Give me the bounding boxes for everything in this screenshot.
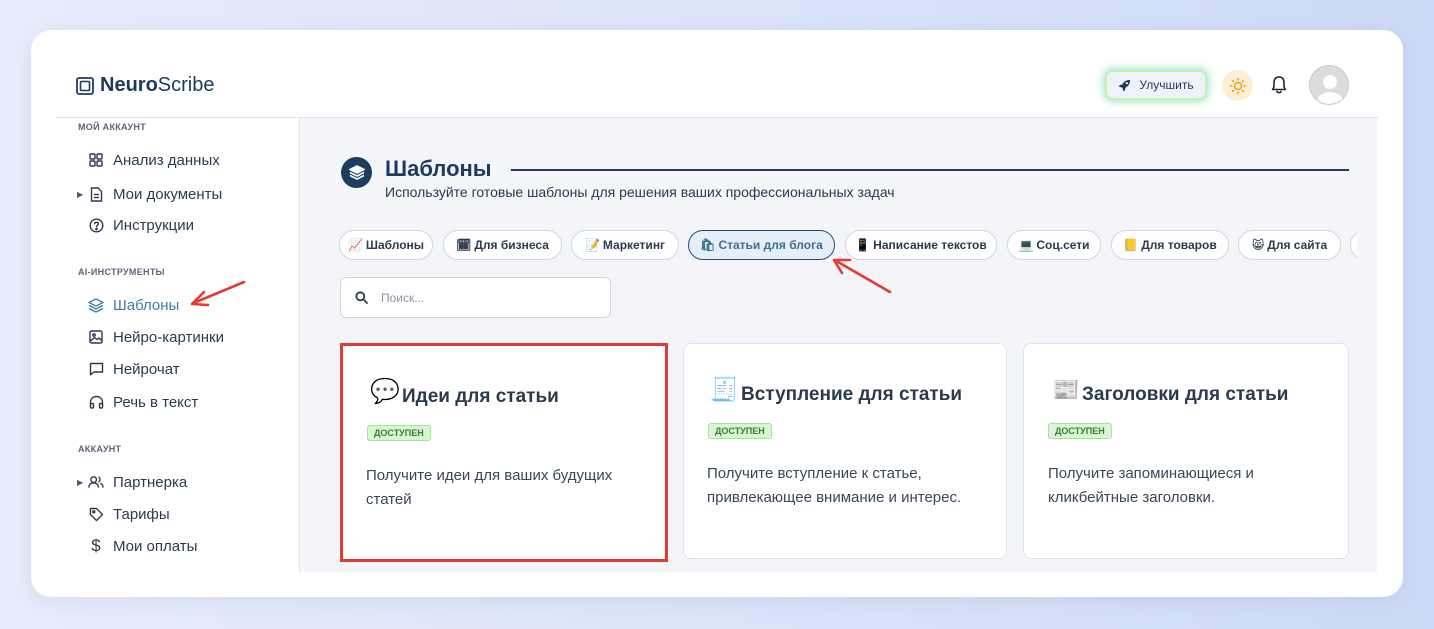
grid-icon xyxy=(88,152,104,168)
upgrade-button[interactable]: Улучшить xyxy=(1105,70,1207,100)
sidebar-item-label: Нейрочат xyxy=(113,360,180,378)
title-rule xyxy=(511,169,1349,171)
chip-overflow[interactable] xyxy=(1350,230,1357,260)
newspaper-icon: 📰 xyxy=(1052,377,1080,402)
upgrade-label: Улучшить xyxy=(1139,78,1194,92)
card-title: Заголовки для статьи xyxy=(1082,384,1289,405)
search-placeholder: Поиск... xyxy=(381,291,425,305)
template-card-article-intro[interactable]: 🧾 Вступление для статьи ДОСТУПЕН Получит… xyxy=(683,343,1007,559)
card-description: Получите вступление к статье, привлекающ… xyxy=(707,465,962,506)
status-badge: ДОСТУПЕН xyxy=(1048,423,1112,439)
theme-toggle-button[interactable] xyxy=(1222,70,1253,101)
template-card-article-ideas[interactable]: 💬 Идеи для статьи ДОСТУПЕН Получите идеи… xyxy=(340,343,668,562)
phone-icon: 📱 xyxy=(855,238,871,252)
memo-icon: 📝 xyxy=(584,238,600,252)
app-logo[interactable]: Neuro Scribe xyxy=(76,74,215,97)
section-title-account: АККАУНТ xyxy=(78,444,122,454)
speech-bubble-icon: 💬 xyxy=(370,378,400,405)
chip-blog-articles[interactable]: 🛍 Статьи для блога xyxy=(688,230,835,260)
headphones-icon xyxy=(88,394,104,410)
page-subtitle: Используйте готовые шаблоны для решения … xyxy=(385,184,895,200)
dollar-icon: $ xyxy=(91,536,101,555)
chip-for-products[interactable]: 📒 Для товаров xyxy=(1111,230,1229,260)
document-icon xyxy=(88,186,104,202)
card-description: Получите запоминающиеся и кликбейтные за… xyxy=(1048,465,1254,506)
annotation-arrow-chip xyxy=(832,258,892,294)
tag-icon xyxy=(88,506,104,522)
search-field[interactable]: Поиск... xyxy=(340,277,611,318)
chip-label: Маркетинг xyxy=(602,238,666,252)
chat-icon xyxy=(88,361,104,377)
chip-label: Написание текстов xyxy=(873,238,987,252)
users-icon xyxy=(88,474,104,490)
cat-face-icon: 😸 xyxy=(1251,238,1265,252)
calendar-icon: 🗓 xyxy=(456,238,472,252)
caret-right-icon[interactable]: ▶ xyxy=(77,190,83,199)
card-title: Идеи для статьи xyxy=(402,386,559,407)
sun-icon xyxy=(1229,77,1246,94)
annotation-arrow-sidebar xyxy=(190,280,246,307)
chip-social-networks[interactable]: 💻 Соц.сети xyxy=(1007,230,1101,260)
sidebar-item-label: Инструкции xyxy=(113,216,195,234)
brand-bold: Neuro xyxy=(100,74,158,96)
status-badge: ДОСТУПЕН xyxy=(367,425,431,441)
section-title-my-account: МОЙ АККАУНТ xyxy=(78,122,147,132)
chart-icon: 📈 xyxy=(347,238,363,252)
chip-label: Шаблоны xyxy=(365,238,425,252)
bell-icon xyxy=(1271,76,1287,94)
question-icon xyxy=(88,217,104,233)
chip-marketing[interactable]: 📝 Маркетинг xyxy=(571,230,679,260)
title-layers-icon xyxy=(341,157,372,188)
card-description: Получите идеи для ваших будущих статей xyxy=(366,467,613,508)
search-icon xyxy=(355,291,368,304)
status-badge: ДОСТУПЕН xyxy=(708,423,772,439)
sidebar-item-label: Анализ данных xyxy=(113,151,220,169)
section-title-ai-tools: AI-ИНСТРУМЕНТЫ xyxy=(78,267,165,277)
laptop-icon: 💻 xyxy=(1018,238,1034,252)
sidebar-item-label: Речь в текст xyxy=(113,393,199,411)
notifications-button[interactable] xyxy=(1269,75,1289,100)
image-icon xyxy=(88,329,104,345)
chip-label: Для бизнеса xyxy=(474,238,549,252)
chip-label: Статьи для блога xyxy=(718,238,823,252)
template-card-article-headlines[interactable]: 📰 Заголовки для статьи ДОСТУПЕН Получите… xyxy=(1023,343,1349,559)
chip-templates[interactable]: 📈 Шаблоны xyxy=(339,230,433,260)
chip-label: Для сайта xyxy=(1267,238,1328,252)
layers-icon xyxy=(88,297,104,313)
sidebar-item-label: Мои документы xyxy=(113,185,223,203)
card-title: Вступление для статьи xyxy=(741,384,963,405)
avatar-placeholder-icon xyxy=(1310,66,1348,104)
ledger-icon: 📒 xyxy=(1123,238,1139,252)
sidebar-item-label: Тарифы xyxy=(113,505,170,523)
chip-label: Для товаров xyxy=(1141,238,1217,252)
chip-label: Соц.сети xyxy=(1036,238,1090,252)
sidebar-item-label: Шаблоны xyxy=(113,296,180,314)
page-title: Шаблоны xyxy=(385,156,492,181)
sidebar-item-label: Партнерка xyxy=(113,473,188,491)
chip-for-website[interactable]: 😸 Для сайта xyxy=(1238,230,1341,260)
sidebar-item-label: Нейро-картинки xyxy=(113,328,224,346)
logo-icon xyxy=(76,76,94,95)
brand-rest: Scribe xyxy=(157,74,215,96)
chip-for-business[interactable]: 🗓 Для бизнеса xyxy=(443,230,562,260)
caret-right-icon[interactable]: ▶ xyxy=(77,478,83,487)
user-avatar[interactable] xyxy=(1309,65,1349,105)
shopping-bags-icon: 🛍 xyxy=(700,238,716,252)
receipt-icon: 🧾 xyxy=(710,376,739,402)
rocket-icon xyxy=(1119,79,1131,91)
sidebar-item-label: Мои оплаты xyxy=(113,537,198,555)
